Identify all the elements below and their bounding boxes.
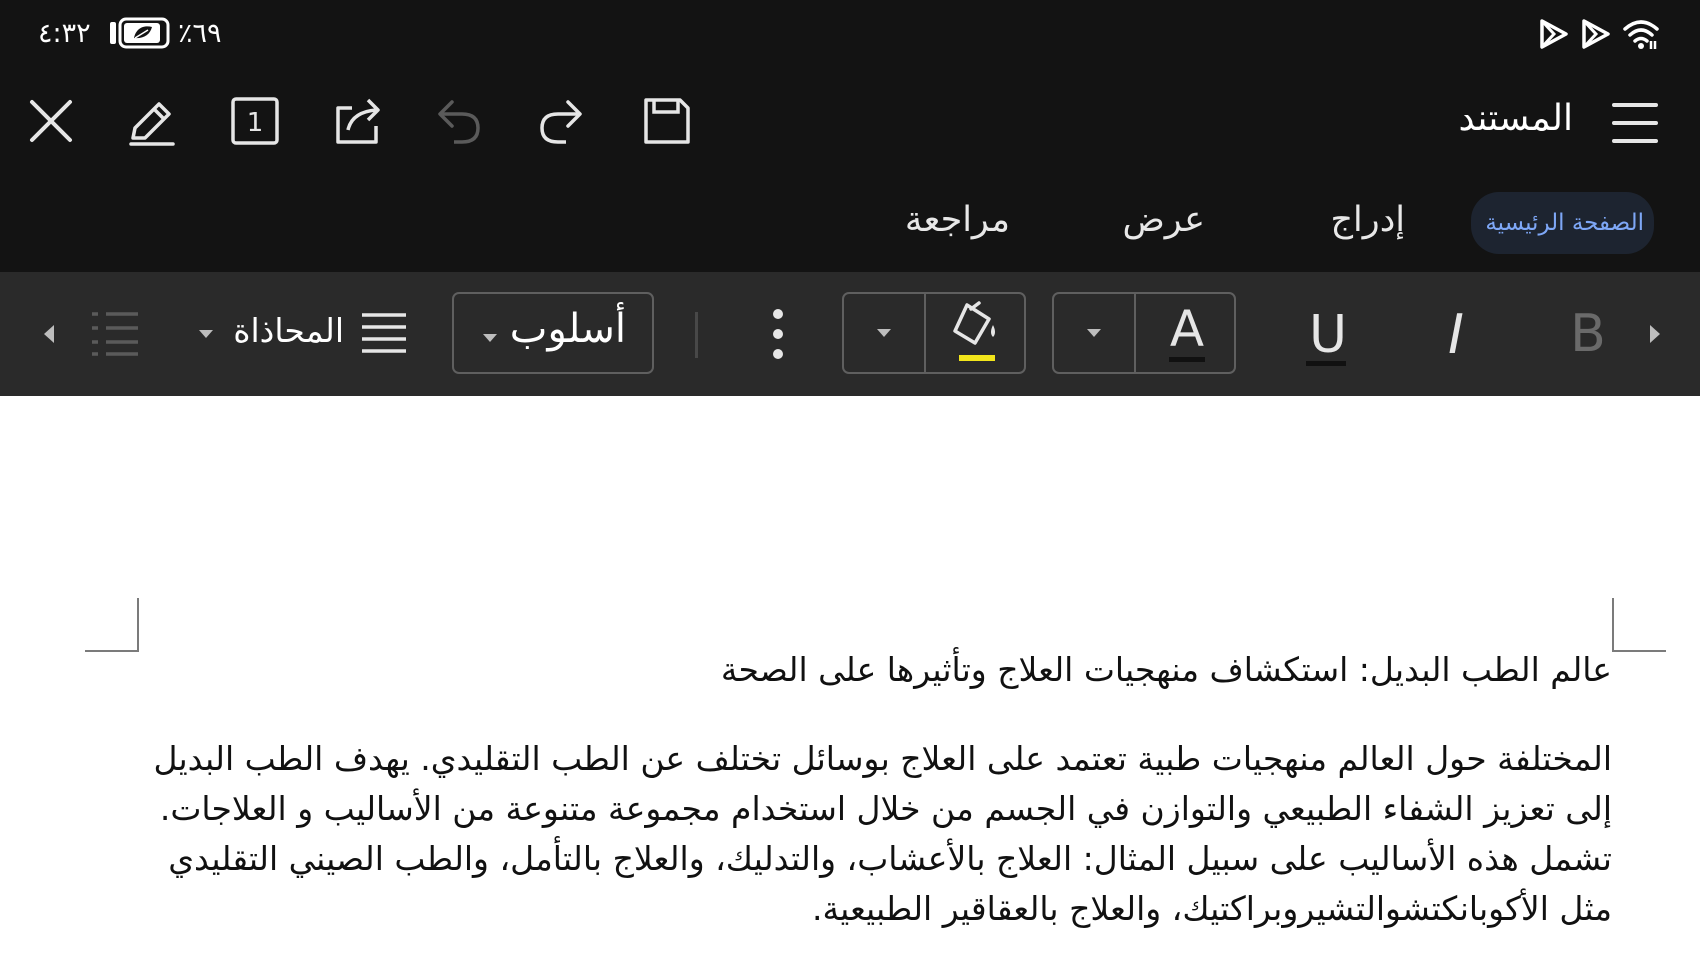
tab-review[interactable]: مراجعة: [905, 192, 1010, 248]
page-number: 1: [247, 108, 264, 138]
style-label: أسلوب: [509, 306, 626, 352]
close-icon[interactable]: [14, 84, 88, 158]
status-icons: [1538, 14, 1660, 54]
status-time: ٤:٣٢: [38, 18, 91, 49]
battery-leaf-icon: [118, 17, 170, 49]
split-divider: [924, 294, 926, 372]
document-heading[interactable]: عالم الطب البديل: استكشاف منهجيات العلاج…: [721, 650, 1612, 689]
font-color-glyph: A: [1169, 300, 1205, 358]
document-paragraph[interactable]: المختلفة حول العالم منهجيات طبية تعتمد ع…: [132, 734, 1612, 934]
align-justify-icon[interactable]: [356, 308, 412, 360]
underline-button[interactable]: U: [1296, 294, 1360, 376]
document-canvas[interactable]: عالم الطب البديل: استكشاف منهجيات العلاج…: [0, 396, 1700, 970]
undo-icon[interactable]: [422, 84, 496, 158]
ribbon-tabs: الصفحة الرئيسية إدراج عرض مراجعة: [0, 170, 1700, 272]
hamburger-icon[interactable]: [1604, 92, 1666, 154]
highlight-dropdown-arrow-icon[interactable]: [844, 294, 924, 372]
highlight-split-button: [842, 292, 1026, 374]
document-title[interactable]: المستند: [1458, 98, 1573, 139]
page-count-icon[interactable]: 1: [218, 84, 292, 158]
highlight-button[interactable]: [926, 294, 1028, 372]
top-toolbar: 1 المستند: [0, 72, 1700, 170]
alignment-label[interactable]: المحاذاة: [233, 311, 344, 350]
font-color-button[interactable]: A: [1136, 294, 1238, 372]
bullet-list-icon[interactable]: [86, 308, 142, 360]
style-dropdown[interactable]: أسلوب: [452, 292, 654, 374]
underline-bar: [1306, 361, 1346, 366]
margin-corner-left: [85, 598, 139, 652]
wifi-icon: [1622, 17, 1660, 51]
redo-icon[interactable]: [524, 84, 598, 158]
tab-insert[interactable]: إدراج: [1330, 192, 1405, 248]
font-color-dropdown-arrow-icon[interactable]: [1054, 294, 1134, 372]
split-divider: [1134, 294, 1136, 372]
battery-tip: [110, 22, 116, 44]
scroll-right-arrow-icon[interactable]: [1640, 314, 1670, 354]
margin-corner-right: [1612, 598, 1666, 652]
share-icon[interactable]: [320, 84, 394, 158]
ribbon-divider: [695, 312, 698, 358]
tab-home[interactable]: الصفحة الرئيسية: [1471, 192, 1654, 254]
formatting-ribbon: B I U A أسلوب المحاذاة: [0, 272, 1700, 396]
more-options-icon[interactable]: [760, 298, 796, 370]
status-bar: ٤:٣٢ ٪٦٩: [0, 0, 1700, 72]
scroll-left-arrow-icon[interactable]: [34, 314, 64, 354]
paint-bucket-icon: [953, 301, 995, 361]
font-color-split-button: A: [1052, 292, 1236, 374]
save-icon[interactable]: [630, 84, 704, 158]
pen-icon[interactable]: [115, 84, 189, 158]
italic-button[interactable]: I: [1428, 298, 1484, 370]
tab-view[interactable]: عرض: [1122, 192, 1205, 248]
play-icon: [1538, 17, 1570, 51]
style-dropdown-arrow-icon: [482, 328, 498, 347]
alignment-dropdown-arrow-icon[interactable]: [194, 322, 218, 346]
bold-button[interactable]: B: [1560, 298, 1616, 370]
play-icon: [1580, 17, 1612, 51]
word-app-window: ٤:٣٢ ٪٦٩ 1 المستند الصفحة الرئيسية إدراج…: [0, 0, 1700, 970]
underline-glyph: U: [1308, 305, 1348, 365]
battery-percent: ٪٦٩: [178, 18, 222, 49]
font-color-swatch: [1169, 357, 1205, 362]
